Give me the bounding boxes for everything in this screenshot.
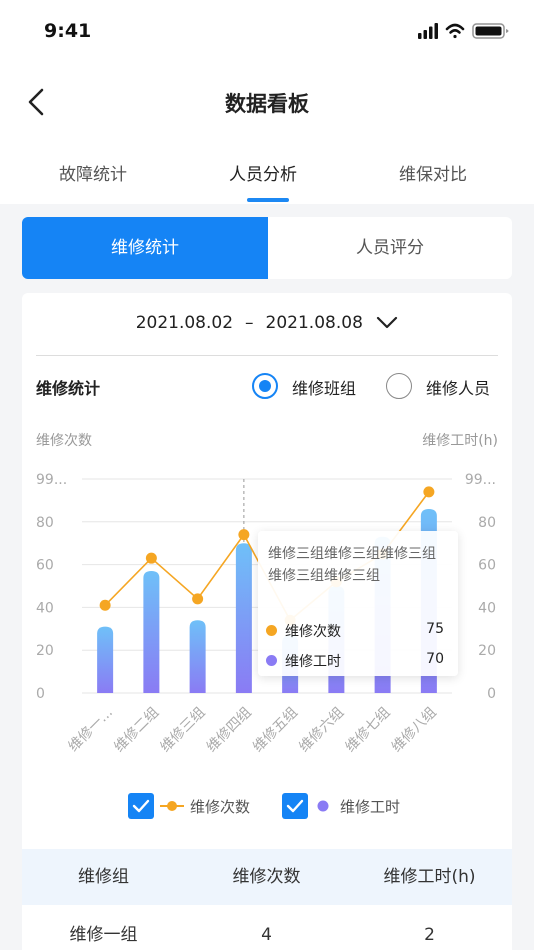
tooltip-row-name: 维修次数	[285, 624, 341, 640]
bar	[97, 626, 114, 693]
x-tick-label: 维修五组	[250, 705, 301, 756]
legend-label: 维修工时	[340, 798, 401, 816]
y-tick-label: 99...	[36, 472, 67, 488]
tab-bar: 故障统计 人员分析 维保对比	[0, 144, 534, 204]
purple-dot-icon	[317, 800, 329, 812]
x-tick-label: 维修四组	[204, 705, 255, 756]
bar	[189, 620, 206, 693]
header-hours: 维修工时(h)	[383, 867, 476, 887]
line-point	[423, 486, 435, 498]
tab-active-indicator	[247, 198, 289, 202]
section-title: 维修统计	[36, 379, 101, 398]
nav-bar: 数据看板	[0, 62, 534, 144]
tab-fault-stats[interactable]: 故障统计	[13, 160, 173, 185]
y-tick-label: 0	[36, 686, 45, 702]
line-marker-icon	[160, 801, 184, 811]
stats-card: 2021.08.02–2021.08.08 维修统计 维修班组 维修人员 维修次…	[22, 293, 512, 950]
tab-personnel-analysis[interactable]: 人员分析	[183, 160, 343, 185]
cell-hours: 2	[424, 925, 435, 945]
battery-icon	[472, 23, 509, 39]
purple-dot-icon	[266, 655, 277, 666]
radio-label-person: 维修人员	[426, 379, 491, 398]
x-tick-label: 维修二组	[111, 705, 162, 756]
tab-maintenance-compare[interactable]: 维保对比	[353, 160, 513, 185]
date-range-picker[interactable]: 2021.08.02–2021.08.08	[22, 313, 512, 339]
radio-unselected-icon	[386, 373, 412, 399]
date-end: 2021.08.08	[265, 313, 363, 333]
status-time: 9:41	[44, 20, 92, 42]
y-axis-label-right: 维修工时(h)	[422, 433, 498, 449]
x-tick-label: 维修六组	[296, 705, 347, 756]
date-separator: –	[245, 313, 254, 333]
y-tick-label-right: 40	[478, 600, 496, 616]
radio-selected-icon	[252, 373, 278, 399]
table-header: 维修组 维修次数 维修工时(h)	[22, 849, 512, 905]
date-start: 2021.08.02	[135, 313, 234, 333]
y-tick-label-right: 0	[487, 686, 496, 702]
bar	[143, 571, 160, 693]
legend-label: 维修次数	[190, 798, 251, 816]
y-tick-label: 20	[36, 643, 54, 659]
chart-legend: 维修次数 维修工时	[22, 793, 512, 819]
page-title: 数据看板	[225, 92, 309, 116]
y-axis-label: 维修次数	[36, 433, 92, 449]
y-tick-label: 60	[36, 558, 54, 574]
bar	[235, 543, 252, 693]
table-row: 维修一组 4 2	[22, 905, 512, 950]
header-count: 维修次数	[232, 867, 301, 887]
chart-tooltip: 维修三组维修三组维修三组维修三组维修三组 维修次数 75 维修工时 70	[258, 531, 458, 676]
tooltip-title: 维修三组维修三组维修三组维修三组维修三组	[268, 546, 436, 584]
checkbox-checked-icon[interactable]	[128, 793, 154, 819]
orange-dot-icon	[266, 625, 277, 636]
radio-label-team: 维修班组	[292, 379, 357, 398]
segmented-control: 维修统计 人员评分	[22, 217, 512, 279]
x-tick-label: 维修七组	[343, 705, 394, 756]
x-tick-label: 维修八组	[389, 705, 440, 756]
line-point	[145, 552, 157, 564]
status-icons	[418, 23, 509, 39]
y-tick-label: 40	[36, 600, 54, 616]
x-tick-label: 维修一...	[65, 705, 115, 755]
line-point	[238, 529, 250, 541]
y-tick-label-right: 20	[478, 643, 496, 659]
y-tick-label: 80	[36, 515, 54, 531]
wifi-icon	[445, 23, 465, 39]
cell-team: 维修一组	[69, 925, 138, 945]
chevron-down-icon[interactable]	[376, 316, 398, 330]
tooltip-row-count: 维修次数 75	[266, 621, 450, 641]
tooltip-row-value: 75	[426, 621, 444, 637]
tooltip-row-name: 维修工时	[285, 654, 341, 670]
header-team: 维修组	[78, 867, 129, 887]
y-tick-label-right: 60	[478, 558, 496, 574]
segment-personnel-score[interactable]: 人员评分	[268, 217, 512, 279]
checkbox-checked-icon[interactable]	[282, 793, 308, 819]
x-tick-label: 维修三组	[158, 705, 209, 756]
status-bar: 9:41	[0, 0, 534, 62]
cell-count: 4	[261, 925, 272, 945]
tooltip-row-value: 70	[426, 651, 444, 667]
divider	[36, 355, 498, 356]
segment-repair-stats[interactable]: 维修统计	[22, 217, 268, 279]
y-tick-label-right: 80	[478, 515, 496, 531]
tooltip-row-hours: 维修工时 70	[266, 651, 450, 671]
cellular-signal-icon	[418, 23, 438, 39]
y-tick-label-right: 99...	[465, 472, 496, 488]
line-point	[192, 593, 204, 605]
line-point	[99, 599, 111, 611]
